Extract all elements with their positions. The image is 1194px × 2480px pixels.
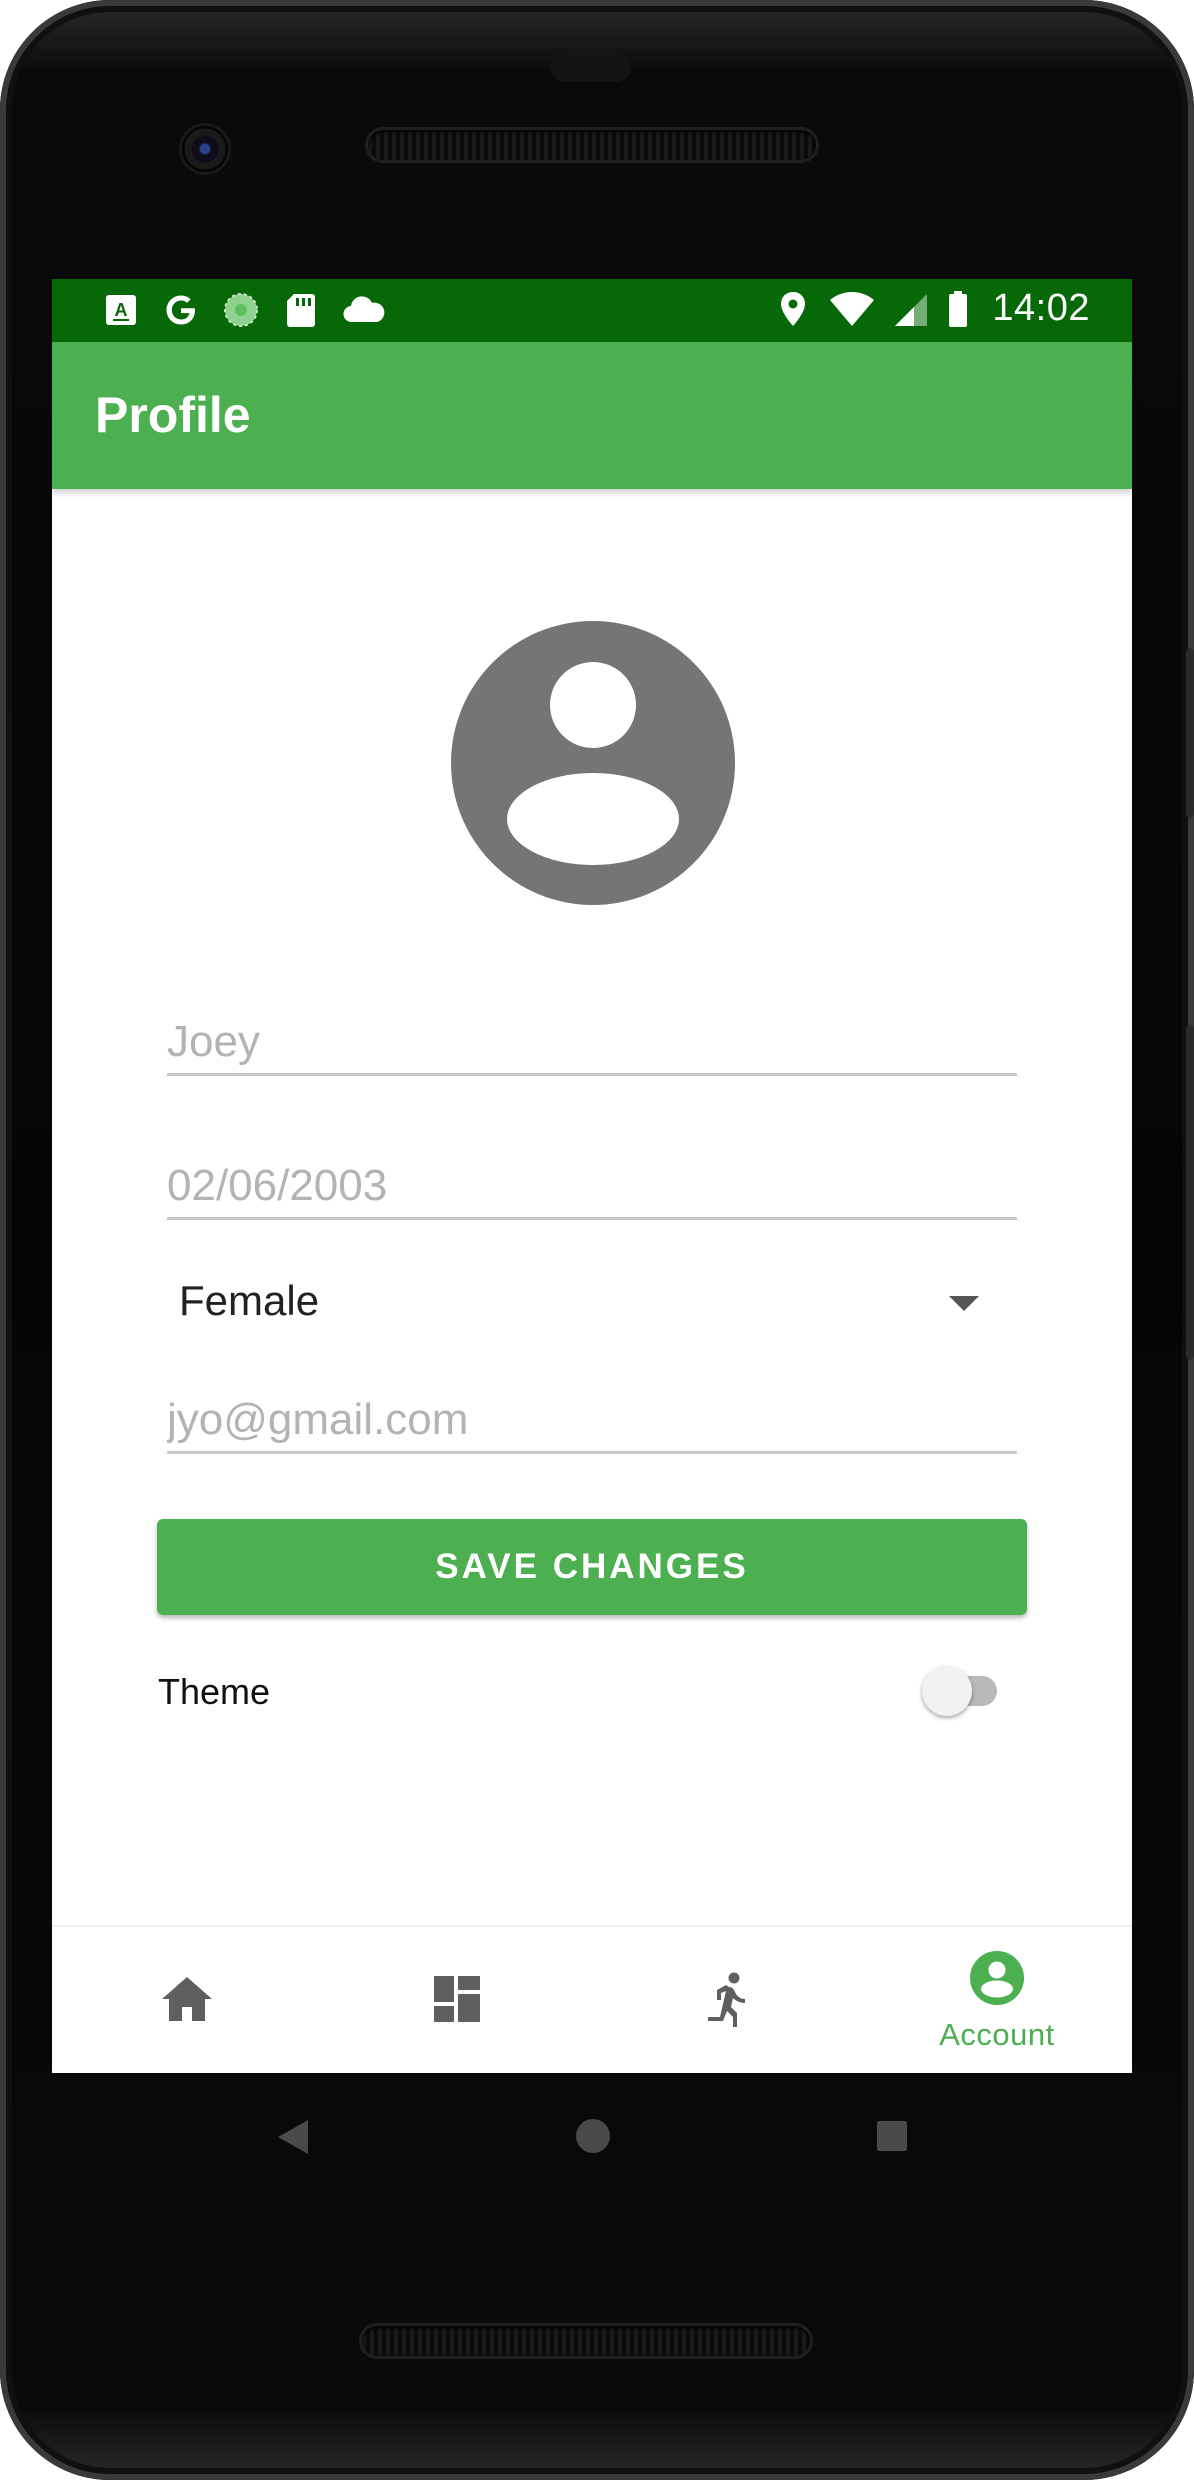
nav-item-activity[interactable] <box>592 1927 862 2073</box>
earpiece <box>551 52 631 82</box>
nav-item-label: Account <box>939 2016 1055 2052</box>
cloud-icon <box>342 291 386 329</box>
sd-card-icon <box>282 291 320 329</box>
account-icon <box>969 1950 1025 2011</box>
date-of-birth-field[interactable] <box>167 1137 1017 1220</box>
nav-item-account[interactable]: Account <box>862 1927 1132 2073</box>
theme-label: Theme <box>158 1671 271 1712</box>
page-title: Profile <box>95 387 251 443</box>
power-button <box>1186 648 1194 818</box>
sync-icon <box>222 291 260 329</box>
wifi-icon <box>828 290 876 328</box>
dropdown-arrow-icon[interactable] <box>949 1296 979 1311</box>
svg-text:A: A <box>115 300 128 320</box>
home-circle-icon[interactable] <box>574 2117 612 2160</box>
email-input[interactable] <box>167 1395 1017 1445</box>
gender-dropdown[interactable]: Female <box>167 1259 1017 1339</box>
bottom-speaker-grille <box>362 2326 810 2356</box>
volume-button <box>1186 1025 1194 1360</box>
nav-item-home[interactable] <box>52 1927 322 2073</box>
location-icon <box>774 290 812 328</box>
recents-icon[interactable] <box>875 2119 909 2158</box>
home-icon <box>159 1974 215 2029</box>
gender-selected-value: Female <box>179 1277 320 1324</box>
name-input[interactable] <box>167 1017 1017 1067</box>
date-of-birth-input[interactable] <box>167 1161 1017 1211</box>
running-icon <box>704 1971 750 2032</box>
system-navigation-bar <box>52 2073 1132 2203</box>
front-camera <box>182 126 228 172</box>
screen: A 14:02 Profile Joey 02/06/2003 Female j… <box>52 279 1132 2073</box>
app-bar: Profile <box>52 342 1132 489</box>
nav-item-dashboard[interactable] <box>322 1927 592 2073</box>
save-changes-button[interactable]: SAVE CHANGES <box>157 1519 1027 1615</box>
theme-toggle[interactable] <box>917 1662 1007 1718</box>
clock: 14:02 <box>992 287 1090 329</box>
top-speaker-grille <box>368 130 816 160</box>
status-bar: A 14:02 <box>52 279 1132 342</box>
phone-frame: A 14:02 Profile Joey 02/06/2003 Female j… <box>0 0 1194 2480</box>
account-circle-icon[interactable] <box>451 621 735 905</box>
toggle-thumb <box>922 1666 972 1716</box>
name-field[interactable] <box>167 993 1017 1076</box>
back-icon[interactable] <box>276 2118 310 2161</box>
bottom-navigation: Account <box>52 1925 1132 2073</box>
google-icon <box>162 291 200 329</box>
email-field[interactable] <box>167 1371 1017 1454</box>
dashboard-icon <box>432 1974 482 2029</box>
battery-icon <box>946 290 970 328</box>
keyboard-icon: A <box>102 291 140 329</box>
signal-icon <box>892 290 930 328</box>
